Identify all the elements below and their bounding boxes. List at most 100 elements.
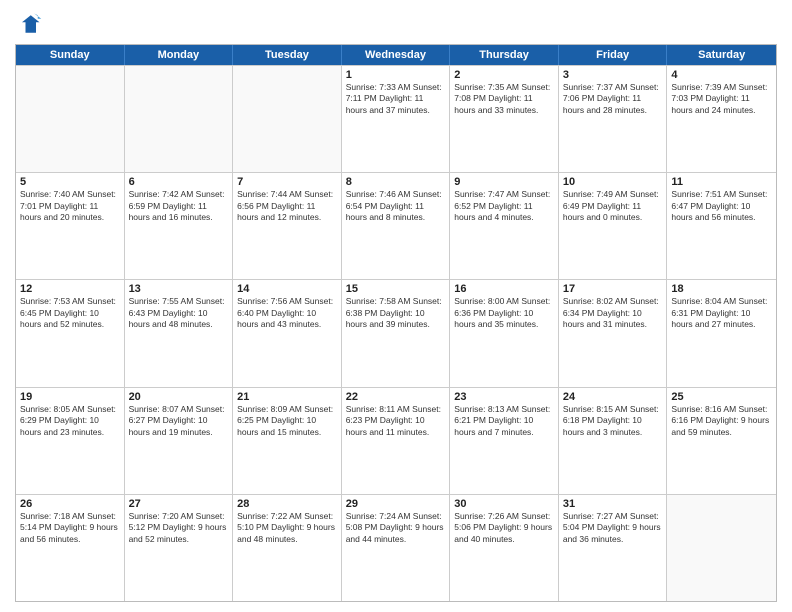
day-info: Sunrise: 8:00 AM Sunset: 6:36 PM Dayligh… xyxy=(454,296,554,330)
calendar-cell: 1Sunrise: 7:33 AM Sunset: 7:11 PM Daylig… xyxy=(342,66,451,172)
calendar-header-cell: Wednesday xyxy=(342,45,451,65)
day-info: Sunrise: 8:11 AM Sunset: 6:23 PM Dayligh… xyxy=(346,404,446,438)
calendar-cell: 5Sunrise: 7:40 AM Sunset: 7:01 PM Daylig… xyxy=(16,173,125,279)
day-number: 24 xyxy=(563,391,663,403)
day-number: 4 xyxy=(671,69,772,81)
calendar-cell: 30Sunrise: 7:26 AM Sunset: 5:06 PM Dayli… xyxy=(450,495,559,601)
day-number: 20 xyxy=(129,391,229,403)
calendar-week: 5Sunrise: 7:40 AM Sunset: 7:01 PM Daylig… xyxy=(16,172,776,279)
calendar-cell: 26Sunrise: 7:18 AM Sunset: 5:14 PM Dayli… xyxy=(16,495,125,601)
day-number: 22 xyxy=(346,391,446,403)
day-info: Sunrise: 7:56 AM Sunset: 6:40 PM Dayligh… xyxy=(237,296,337,330)
calendar-cell: 6Sunrise: 7:42 AM Sunset: 6:59 PM Daylig… xyxy=(125,173,234,279)
day-number: 17 xyxy=(563,283,663,295)
day-info: Sunrise: 7:37 AM Sunset: 7:06 PM Dayligh… xyxy=(563,82,663,116)
day-info: Sunrise: 7:40 AM Sunset: 7:01 PM Dayligh… xyxy=(20,189,120,223)
day-number: 16 xyxy=(454,283,554,295)
calendar-header-row: SundayMondayTuesdayWednesdayThursdayFrid… xyxy=(16,45,776,65)
day-number: 13 xyxy=(129,283,229,295)
calendar-cell: 15Sunrise: 7:58 AM Sunset: 6:38 PM Dayli… xyxy=(342,280,451,386)
day-number: 21 xyxy=(237,391,337,403)
logo-icon xyxy=(15,10,43,38)
calendar-header-cell: Monday xyxy=(125,45,234,65)
day-number: 23 xyxy=(454,391,554,403)
day-number: 7 xyxy=(237,176,337,188)
day-info: Sunrise: 7:58 AM Sunset: 6:38 PM Dayligh… xyxy=(346,296,446,330)
calendar-body: 1Sunrise: 7:33 AM Sunset: 7:11 PM Daylig… xyxy=(16,65,776,601)
calendar-cell: 21Sunrise: 8:09 AM Sunset: 6:25 PM Dayli… xyxy=(233,388,342,494)
day-info: Sunrise: 8:04 AM Sunset: 6:31 PM Dayligh… xyxy=(671,296,772,330)
calendar-cell xyxy=(667,495,776,601)
calendar-cell: 3Sunrise: 7:37 AM Sunset: 7:06 PM Daylig… xyxy=(559,66,668,172)
calendar-cell: 12Sunrise: 7:53 AM Sunset: 6:45 PM Dayli… xyxy=(16,280,125,386)
day-number: 28 xyxy=(237,498,337,510)
calendar-cell: 28Sunrise: 7:22 AM Sunset: 5:10 PM Dayli… xyxy=(233,495,342,601)
calendar-cell: 23Sunrise: 8:13 AM Sunset: 6:21 PM Dayli… xyxy=(450,388,559,494)
calendar-cell: 8Sunrise: 7:46 AM Sunset: 6:54 PM Daylig… xyxy=(342,173,451,279)
day-number: 8 xyxy=(346,176,446,188)
calendar-week: 1Sunrise: 7:33 AM Sunset: 7:11 PM Daylig… xyxy=(16,65,776,172)
day-number: 6 xyxy=(129,176,229,188)
day-info: Sunrise: 7:20 AM Sunset: 5:12 PM Dayligh… xyxy=(129,511,229,545)
day-info: Sunrise: 8:09 AM Sunset: 6:25 PM Dayligh… xyxy=(237,404,337,438)
day-info: Sunrise: 7:53 AM Sunset: 6:45 PM Dayligh… xyxy=(20,296,120,330)
calendar-cell: 24Sunrise: 8:15 AM Sunset: 6:18 PM Dayli… xyxy=(559,388,668,494)
header xyxy=(15,10,777,38)
calendar-cell: 11Sunrise: 7:51 AM Sunset: 6:47 PM Dayli… xyxy=(667,173,776,279)
calendar-cell: 19Sunrise: 8:05 AM Sunset: 6:29 PM Dayli… xyxy=(16,388,125,494)
day-number: 3 xyxy=(563,69,663,81)
day-number: 14 xyxy=(237,283,337,295)
calendar-cell: 31Sunrise: 7:27 AM Sunset: 5:04 PM Dayli… xyxy=(559,495,668,601)
calendar-cell: 17Sunrise: 8:02 AM Sunset: 6:34 PM Dayli… xyxy=(559,280,668,386)
day-number: 18 xyxy=(671,283,772,295)
day-info: Sunrise: 7:26 AM Sunset: 5:06 PM Dayligh… xyxy=(454,511,554,545)
calendar-week: 19Sunrise: 8:05 AM Sunset: 6:29 PM Dayli… xyxy=(16,387,776,494)
calendar-cell: 29Sunrise: 7:24 AM Sunset: 5:08 PM Dayli… xyxy=(342,495,451,601)
logo xyxy=(15,10,47,38)
day-number: 31 xyxy=(563,498,663,510)
day-info: Sunrise: 8:13 AM Sunset: 6:21 PM Dayligh… xyxy=(454,404,554,438)
day-info: Sunrise: 7:55 AM Sunset: 6:43 PM Dayligh… xyxy=(129,296,229,330)
calendar-header-cell: Friday xyxy=(559,45,668,65)
day-info: Sunrise: 7:27 AM Sunset: 5:04 PM Dayligh… xyxy=(563,511,663,545)
day-info: Sunrise: 8:15 AM Sunset: 6:18 PM Dayligh… xyxy=(563,404,663,438)
day-number: 15 xyxy=(346,283,446,295)
day-info: Sunrise: 7:42 AM Sunset: 6:59 PM Dayligh… xyxy=(129,189,229,223)
day-number: 11 xyxy=(671,176,772,188)
page: SundayMondayTuesdayWednesdayThursdayFrid… xyxy=(0,0,792,612)
calendar-cell: 9Sunrise: 7:47 AM Sunset: 6:52 PM Daylig… xyxy=(450,173,559,279)
day-number: 1 xyxy=(346,69,446,81)
calendar-week: 26Sunrise: 7:18 AM Sunset: 5:14 PM Dayli… xyxy=(16,494,776,601)
day-number: 9 xyxy=(454,176,554,188)
calendar-cell: 2Sunrise: 7:35 AM Sunset: 7:08 PM Daylig… xyxy=(450,66,559,172)
day-info: Sunrise: 7:39 AM Sunset: 7:03 PM Dayligh… xyxy=(671,82,772,116)
calendar-cell: 13Sunrise: 7:55 AM Sunset: 6:43 PM Dayli… xyxy=(125,280,234,386)
calendar-week: 12Sunrise: 7:53 AM Sunset: 6:45 PM Dayli… xyxy=(16,279,776,386)
calendar-cell: 18Sunrise: 8:04 AM Sunset: 6:31 PM Dayli… xyxy=(667,280,776,386)
calendar-header-cell: Sunday xyxy=(16,45,125,65)
day-number: 26 xyxy=(20,498,120,510)
calendar-cell: 10Sunrise: 7:49 AM Sunset: 6:49 PM Dayli… xyxy=(559,173,668,279)
calendar-cell xyxy=(125,66,234,172)
day-info: Sunrise: 8:16 AM Sunset: 6:16 PM Dayligh… xyxy=(671,404,772,438)
day-number: 25 xyxy=(671,391,772,403)
calendar-cell: 7Sunrise: 7:44 AM Sunset: 6:56 PM Daylig… xyxy=(233,173,342,279)
day-number: 5 xyxy=(20,176,120,188)
calendar-cell xyxy=(16,66,125,172)
calendar-cell: 27Sunrise: 7:20 AM Sunset: 5:12 PM Dayli… xyxy=(125,495,234,601)
day-number: 30 xyxy=(454,498,554,510)
day-info: Sunrise: 7:22 AM Sunset: 5:10 PM Dayligh… xyxy=(237,511,337,545)
calendar: SundayMondayTuesdayWednesdayThursdayFrid… xyxy=(15,44,777,602)
day-info: Sunrise: 8:02 AM Sunset: 6:34 PM Dayligh… xyxy=(563,296,663,330)
day-info: Sunrise: 7:49 AM Sunset: 6:49 PM Dayligh… xyxy=(563,189,663,223)
calendar-cell xyxy=(233,66,342,172)
day-number: 27 xyxy=(129,498,229,510)
calendar-cell: 14Sunrise: 7:56 AM Sunset: 6:40 PM Dayli… xyxy=(233,280,342,386)
day-number: 10 xyxy=(563,176,663,188)
day-info: Sunrise: 7:33 AM Sunset: 7:11 PM Dayligh… xyxy=(346,82,446,116)
day-info: Sunrise: 8:05 AM Sunset: 6:29 PM Dayligh… xyxy=(20,404,120,438)
day-number: 29 xyxy=(346,498,446,510)
day-info: Sunrise: 7:51 AM Sunset: 6:47 PM Dayligh… xyxy=(671,189,772,223)
day-info: Sunrise: 7:46 AM Sunset: 6:54 PM Dayligh… xyxy=(346,189,446,223)
day-info: Sunrise: 7:44 AM Sunset: 6:56 PM Dayligh… xyxy=(237,189,337,223)
